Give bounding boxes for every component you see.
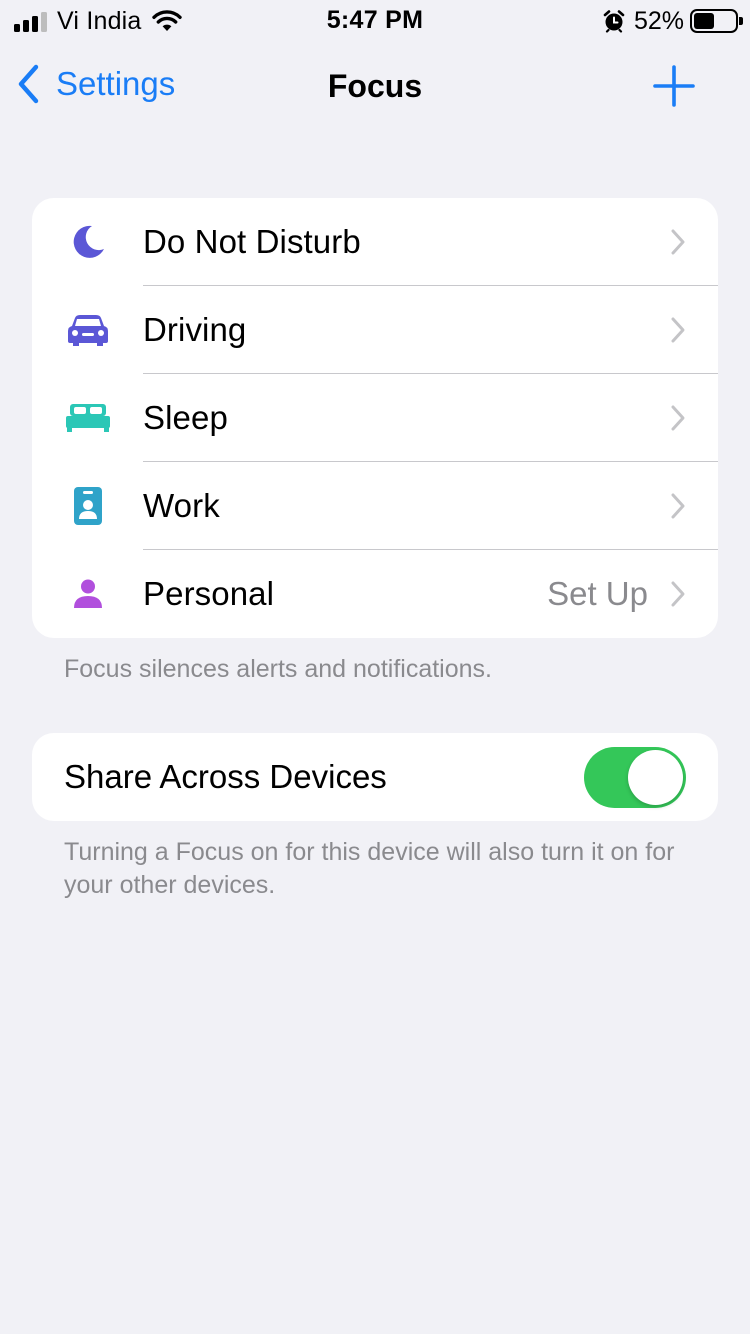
status-bar: Vi India 5:47 PM 52% — [0, 0, 750, 40]
battery-level-fill — [694, 13, 715, 29]
focus-row-label: Work — [143, 487, 220, 524]
focus-row-work[interactable]: Work — [32, 462, 718, 550]
id-badge-icon — [66, 486, 110, 526]
battery-icon — [690, 9, 743, 33]
car-icon — [66, 310, 110, 350]
chevron-right-icon — [671, 493, 685, 519]
focus-row-driving[interactable]: Driving — [32, 286, 718, 374]
person-icon — [66, 574, 110, 614]
plus-icon[interactable] — [652, 64, 696, 108]
chevron-right-icon — [671, 405, 685, 431]
chevron-right-icon — [671, 317, 685, 343]
focus-row-sleep[interactable]: Sleep — [32, 374, 718, 462]
share-across-devices-row: Share Across Devices — [32, 733, 718, 821]
focus-row-label: Sleep — [143, 399, 228, 436]
moon-icon — [66, 222, 110, 262]
focus-modes-list: Do Not Disturb Driving Sleep Work Person… — [32, 198, 718, 638]
navigation-bar: Settings Focus — [0, 52, 750, 116]
share-across-devices-toggle[interactable] — [584, 747, 686, 808]
focus-settings-screen: Vi India 5:47 PM 52% Settings Focus Do N… — [0, 0, 750, 1334]
status-bar-right: 52% — [602, 6, 743, 36]
focus-row-label: Driving — [143, 311, 247, 348]
focus-row-label: Do Not Disturb — [143, 223, 361, 260]
focus-row-do-not-disturb[interactable]: Do Not Disturb — [32, 198, 718, 286]
battery-percentage: 52% — [633, 6, 684, 35]
focus-row-label: Personal — [143, 575, 275, 612]
share-across-devices-label: Share Across Devices — [64, 758, 387, 795]
bed-icon — [66, 398, 110, 438]
share-footnote: Turning a Focus on for this device will … — [64, 838, 675, 899]
alarm-icon — [603, 10, 625, 33]
focus-row-personal[interactable]: Personal Set Up — [32, 550, 718, 638]
chevron-right-icon — [671, 229, 685, 255]
focus-footnote: Focus silences alerts and notifications. — [64, 655, 492, 683]
toggle-knob — [628, 750, 683, 805]
page-title: Focus — [327, 68, 423, 104]
set-up-value: Set Up — [547, 575, 648, 612]
chevron-right-icon — [671, 581, 685, 607]
